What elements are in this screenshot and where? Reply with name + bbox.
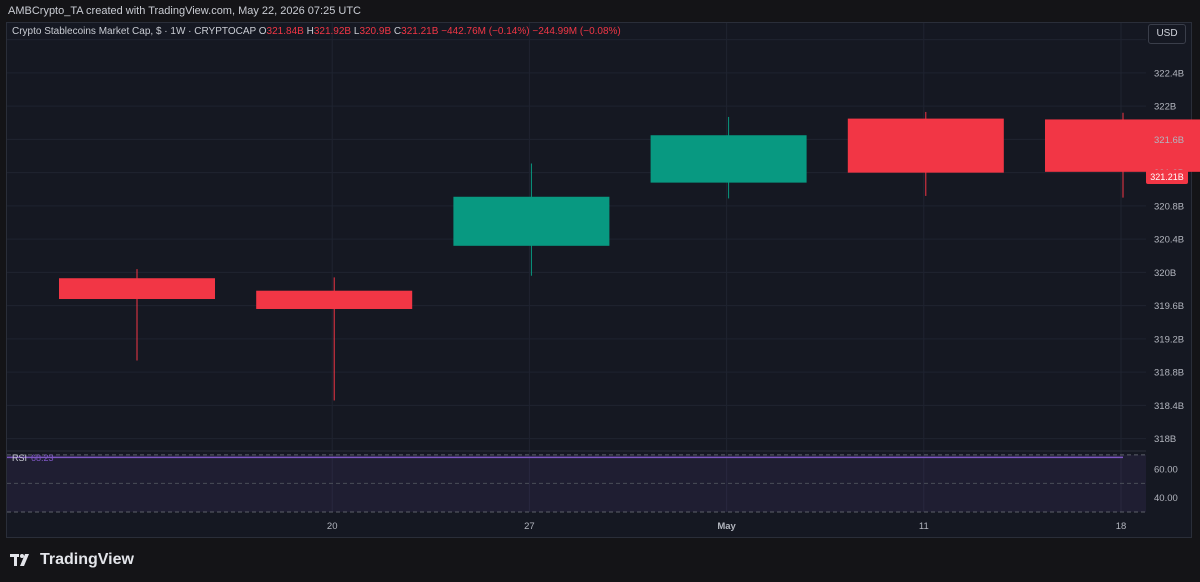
grid-lines — [7, 23, 1146, 512]
time-tick-label: 20 — [327, 521, 338, 532]
open-value: 321.84B — [266, 26, 304, 37]
footer — [0, 540, 1200, 582]
rsi-legend[interactable]: RSI 68.23 — [12, 453, 54, 463]
tradingview-logo-icon — [10, 554, 29, 566]
currency-button[interactable]: USD — [1148, 24, 1186, 44]
price-tick-label: 320B — [1154, 268, 1176, 279]
candles — [59, 111, 1200, 401]
change-value-2: −244.99M (−0.08%) — [532, 26, 621, 37]
high-label: H — [306, 26, 314, 37]
tradingview-brand[interactable]: TradingView — [10, 551, 134, 569]
price-tick-label: 320.4B — [1154, 235, 1184, 246]
candle-body — [256, 290, 413, 309]
price-tick-label: 320.8B — [1154, 201, 1184, 212]
change-value: −442.76M (−0.14%) — [441, 26, 530, 37]
brand-name: TradingView — [40, 551, 134, 568]
time-tick-label: 11 — [919, 521, 929, 532]
price-tick-label: 322B — [1154, 102, 1176, 113]
close-value: 321.21B — [401, 26, 439, 37]
low-value: 320.9B — [359, 26, 392, 37]
price-tick-label: 318.4B — [1154, 401, 1184, 412]
symbol-title: Crypto Stablecoins Market Cap, $ · 1W · … — [12, 26, 256, 37]
rsi-pane: 60.00 40.00 — [7, 450, 1178, 513]
symbol-legend[interactable]: Crypto Stablecoins Market Cap, $ · 1W · … — [12, 26, 621, 37]
last-price-label: 321.21B — [1146, 170, 1188, 184]
price-tick-label: 319.2B — [1154, 334, 1184, 345]
rsi-name: RSI — [12, 453, 28, 463]
chart-canvas[interactable]: 322.8B322.4B322B321.6B321.2B320.8B320.4B… — [0, 0, 1200, 582]
candle-body — [650, 135, 807, 183]
rsi-tick-label: 40.00 — [1154, 493, 1178, 504]
time-tick-label: May — [717, 521, 736, 532]
time-tick-label: 18 — [1116, 521, 1127, 532]
rsi-tick-label: 60.00 — [1154, 465, 1178, 476]
price-tick-label: 322.4B — [1154, 68, 1184, 79]
price-axis: 322.8B322.4B322B321.6B321.2B320.8B320.4B… — [1154, 35, 1184, 445]
candle-body — [59, 278, 215, 300]
price-tick-label: 318B — [1154, 434, 1176, 445]
rsi-value: 68.23 — [31, 453, 54, 463]
price-tick-label: 321.6B — [1154, 135, 1184, 146]
open-label: O — [258, 26, 267, 37]
time-axis: 2027May111825 — [327, 521, 1127, 532]
price-tick-label: 319.6B — [1154, 301, 1184, 312]
candle-body — [453, 196, 610, 246]
price-tick-label: 318.8B — [1154, 368, 1184, 379]
candle-body — [847, 118, 1004, 173]
time-tick-label: 27 — [524, 521, 535, 532]
high-value: 321.92B — [313, 26, 352, 37]
